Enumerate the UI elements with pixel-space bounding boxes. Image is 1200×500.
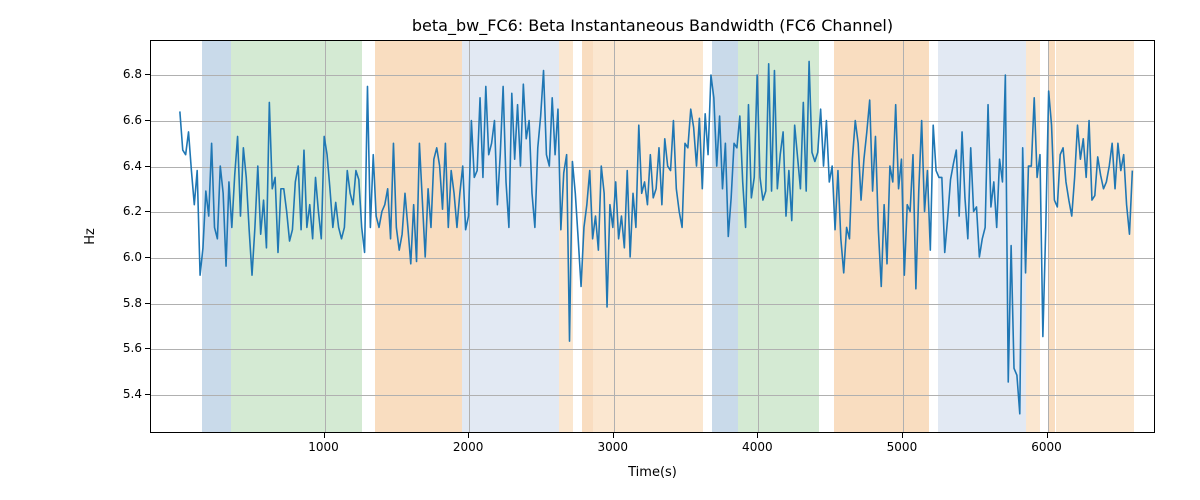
x-tick-mark: [902, 433, 903, 438]
x-tick-mark: [757, 433, 758, 438]
line-series: [151, 41, 1154, 432]
y-tick-mark: [145, 257, 150, 258]
figure: beta_bw_FC6: Beta Instantaneous Bandwidt…: [0, 0, 1200, 500]
x-tick-label: 6000: [1031, 440, 1062, 454]
x-tick-label: 4000: [742, 440, 773, 454]
y-tick-label: 5.4: [102, 387, 142, 401]
y-tick-label: 6.6: [102, 113, 142, 127]
x-tick-mark: [1047, 433, 1048, 438]
x-tick-label: 3000: [597, 440, 628, 454]
y-tick-label: 6.0: [102, 250, 142, 264]
y-tick-label: 6.8: [102, 67, 142, 81]
y-tick-mark: [145, 120, 150, 121]
x-tick-label: 5000: [887, 440, 918, 454]
y-tick-label: 6.4: [102, 159, 142, 173]
y-tick-mark: [145, 74, 150, 75]
y-tick-label: 6.2: [102, 204, 142, 218]
x-axis-label: Time(s): [150, 465, 1155, 480]
y-tick-mark: [145, 348, 150, 349]
y-tick-mark: [145, 303, 150, 304]
y-tick-label: 5.8: [102, 296, 142, 310]
x-tick-mark: [468, 433, 469, 438]
x-tick-label: 1000: [308, 440, 339, 454]
y-tick-mark: [145, 211, 150, 212]
x-tick-mark: [324, 433, 325, 438]
plot-area: [150, 40, 1155, 433]
chart-title: beta_bw_FC6: Beta Instantaneous Bandwidt…: [150, 16, 1155, 35]
y-tick-mark: [145, 394, 150, 395]
y-axis-label: Hz: [80, 40, 100, 433]
y-tick-label: 5.6: [102, 341, 142, 355]
x-tick-label: 2000: [453, 440, 484, 454]
x-tick-mark: [613, 433, 614, 438]
y-tick-mark: [145, 166, 150, 167]
